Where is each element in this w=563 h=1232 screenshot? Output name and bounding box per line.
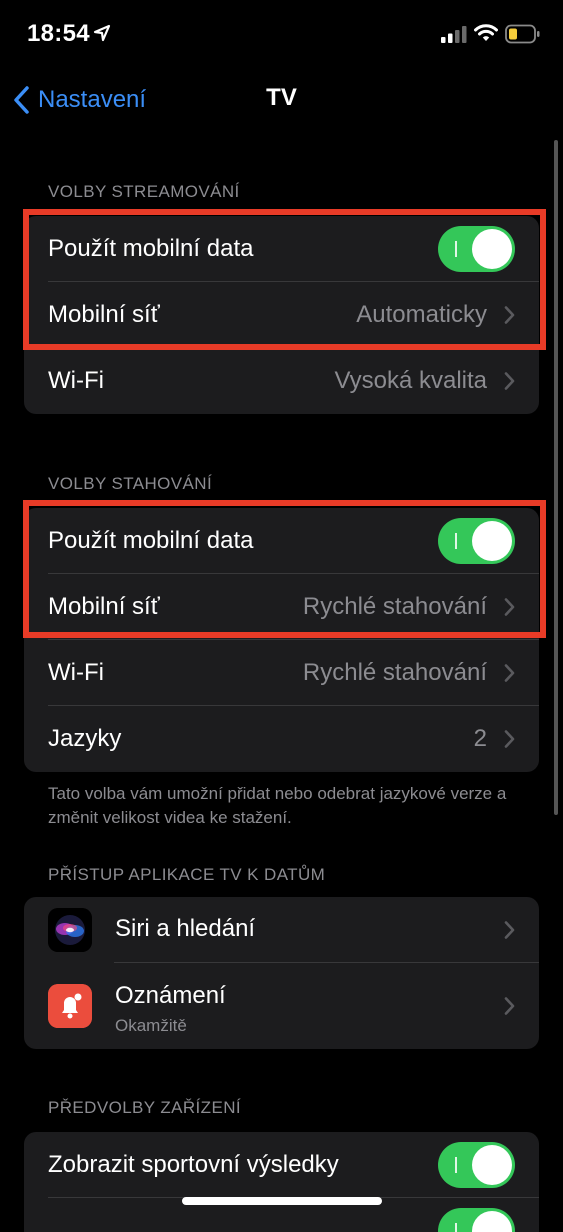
- row-value: 2: [473, 725, 487, 752]
- partial-row-toggle[interactable]: [438, 1208, 515, 1232]
- toggle-on-mark: [455, 1223, 457, 1232]
- streaming-cellular-network-row[interactable]: Mobilní síť Automaticky: [24, 282, 539, 348]
- siri-icon: [48, 908, 92, 952]
- row-label: Mobilní síť: [48, 301, 160, 328]
- download-cellular-data-toggle[interactable]: [438, 518, 515, 564]
- row-label: Jazyky: [48, 725, 122, 752]
- row-value: Automaticky: [356, 301, 487, 328]
- streaming-wifi-row[interactable]: Wi-Fi Vysoká kvalita: [24, 348, 539, 414]
- row-label: Siri a hledání: [115, 915, 256, 942]
- chevron-right-icon: [504, 372, 515, 390]
- download-options-group: Použít mobilní data Mobilní síť Rychlé s…: [24, 508, 539, 772]
- row-sublabel: Okamžitě: [115, 1016, 187, 1035]
- chevron-right-icon: [504, 921, 515, 939]
- toggle-knob: [472, 521, 512, 561]
- toggle-knob: [472, 1145, 512, 1185]
- sports-scores-row: Zobrazit sportovní výsledky: [24, 1132, 539, 1198]
- streaming-options-group: Použít mobilní data Mobilní síť Automati…: [24, 216, 539, 414]
- section-header-device: PŘEDVOLBY ZAŘÍZENÍ: [48, 1098, 241, 1117]
- row-label: Použít mobilní data: [48, 235, 254, 262]
- page-title: TV: [266, 84, 297, 111]
- notification-bell-icon: [48, 984, 92, 1028]
- section-header-download: VOLBY STAHOVÁNÍ: [48, 474, 213, 493]
- data-access-group: Siri a hledání Oznámení Okamžitě: [24, 897, 539, 1049]
- section-header-access: PŘÍSTUP APLIKACE TV K DATŮM: [48, 865, 326, 884]
- row-label: Oznámení: [115, 982, 226, 1009]
- toggle-on-mark: [455, 241, 457, 257]
- chevron-right-icon: [504, 997, 515, 1015]
- streaming-cellular-data-toggle[interactable]: [438, 226, 515, 272]
- row-label: Wi-Fi: [48, 367, 104, 394]
- chevron-right-icon: [504, 598, 515, 616]
- toggle-on-mark: [455, 533, 457, 549]
- siri-search-row[interactable]: Siri a hledání: [24, 897, 539, 963]
- row-label: Zobrazit sportovní výsledky: [48, 1151, 339, 1178]
- download-footer-note: Tato volba vám umožní přidat nebo odebra…: [48, 784, 507, 827]
- row-label: Wi-Fi: [48, 659, 104, 686]
- streaming-cellular-data-row: Použít mobilní data: [24, 216, 539, 282]
- row-label: Použít mobilní data: [48, 527, 254, 554]
- sports-scores-toggle[interactable]: [438, 1142, 515, 1188]
- wifi-icon: [474, 24, 498, 41]
- chevron-right-icon: [504, 664, 515, 682]
- row-value: Rychlé stahování: [302, 593, 487, 620]
- section-header-streaming: VOLBY STREAMOVÁNÍ: [48, 182, 240, 201]
- download-cellular-network-row[interactable]: Mobilní síť Rychlé stahování: [24, 574, 539, 640]
- location-arrow-icon: [93, 24, 111, 42]
- chevron-right-icon: [504, 730, 515, 748]
- status-time: 18:54: [27, 20, 90, 47]
- chevron-right-icon: [504, 306, 515, 324]
- row-value: Rychlé stahování: [302, 659, 487, 686]
- status-bar: 18:54: [0, 0, 563, 70]
- device-preferences-group: Zobrazit sportovní výsledky: [24, 1132, 539, 1232]
- row-label: Mobilní síť: [48, 593, 160, 620]
- toggle-on-mark: [455, 1157, 457, 1173]
- toggle-knob: [472, 1211, 512, 1232]
- download-wifi-row[interactable]: Wi-Fi Rychlé stahování: [24, 640, 539, 706]
- battery-icon: [505, 24, 540, 44]
- home-indicator[interactable]: [182, 1197, 382, 1205]
- download-languages-row[interactable]: Jazyky 2: [24, 706, 539, 772]
- download-cellular-data-row: Použít mobilní data: [24, 508, 539, 574]
- notifications-row[interactable]: Oznámení Okamžitě: [24, 963, 539, 1049]
- cellular-signal-icon: [441, 26, 467, 43]
- scrollbar[interactable]: [554, 140, 558, 815]
- navigation-bar: Nastavení TV: [0, 72, 563, 132]
- row-value: Vysoká kvalita: [334, 367, 487, 394]
- toggle-knob: [472, 229, 512, 269]
